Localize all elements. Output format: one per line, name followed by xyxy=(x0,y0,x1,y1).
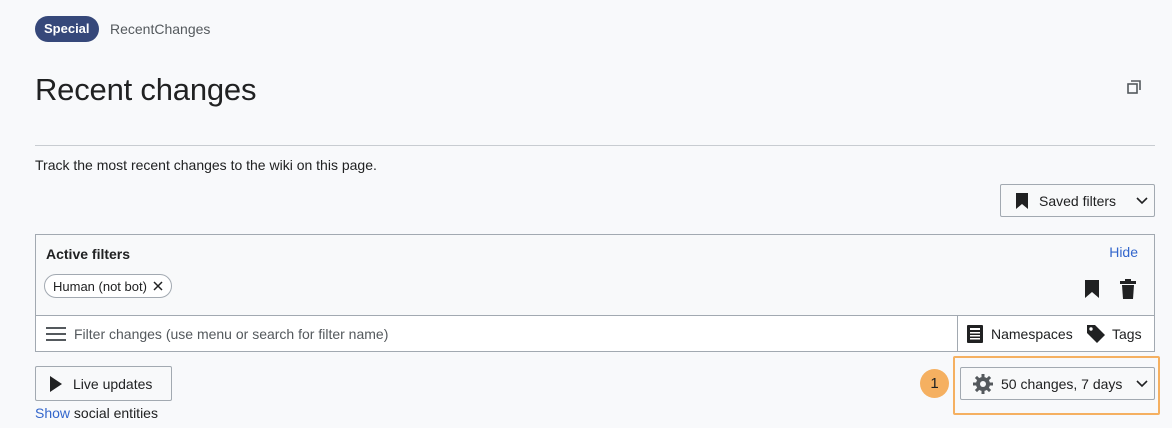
tag-icon xyxy=(1086,324,1106,344)
results-options-button[interactable]: 50 changes, 7 days xyxy=(960,367,1155,400)
menu-icon[interactable] xyxy=(46,326,66,342)
hide-filters-link[interactable]: Hide xyxy=(1109,244,1138,260)
gear-icon xyxy=(973,373,993,394)
save-filter-bookmark-icon[interactable] xyxy=(1084,279,1100,304)
active-filters-panel: Active filters Hide Human (not bot) xyxy=(35,234,1155,316)
tags-button[interactable]: Tags xyxy=(1086,316,1142,351)
namespaces-button[interactable]: Namespaces xyxy=(957,316,1086,351)
namespaces-icon xyxy=(967,324,983,343)
filter-search-input[interactable] xyxy=(74,325,944,342)
trash-icon[interactable] xyxy=(1119,279,1137,304)
chevron-down-icon xyxy=(1136,379,1148,388)
step-badge: 1 xyxy=(920,369,949,398)
live-updates-label: Live updates xyxy=(73,375,153,392)
active-filters-label: Active filters xyxy=(46,246,131,262)
expand-icon[interactable] xyxy=(1127,80,1141,94)
namespace-badge[interactable]: Special xyxy=(35,16,99,42)
chevron-down-icon xyxy=(1136,196,1148,205)
live-updates-button[interactable]: Live updates xyxy=(35,366,172,401)
play-icon xyxy=(49,375,63,393)
results-options-label: 50 changes, 7 days xyxy=(1001,375,1123,392)
saved-filters-button[interactable]: Saved filters xyxy=(1000,184,1155,217)
show-link[interactable]: Show xyxy=(35,405,70,421)
namespaces-label: Namespaces xyxy=(991,325,1073,342)
tags-label: Tags xyxy=(1112,325,1142,342)
breadcrumb-page: RecentChanges xyxy=(110,21,211,37)
bookmark-icon xyxy=(1015,192,1029,210)
saved-filters-label: Saved filters xyxy=(1039,192,1117,209)
close-icon[interactable] xyxy=(153,281,163,291)
page-title: Recent changes xyxy=(35,72,257,107)
filter-chip-label: Human (not bot) xyxy=(53,278,147,294)
show-social-entities: Show social entities xyxy=(35,405,158,421)
intro-text: Track the most recent changes to the wik… xyxy=(35,157,377,173)
title-divider xyxy=(35,145,1155,146)
show-line-text: social entities xyxy=(70,405,158,421)
filter-chip[interactable]: Human (not bot) xyxy=(44,274,172,298)
filter-search-bar: Namespaces Tags xyxy=(35,315,1155,352)
